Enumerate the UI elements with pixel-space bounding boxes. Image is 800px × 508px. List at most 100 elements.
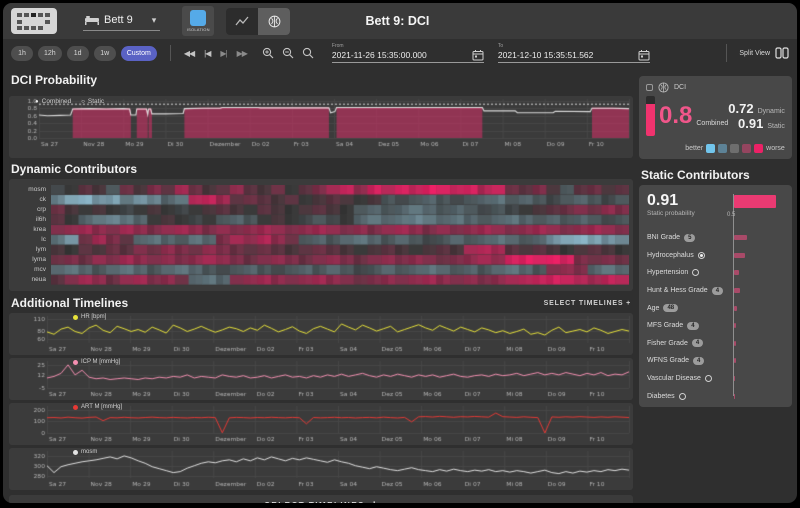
static-probability-block: 0.91 Static probability 0.5 xyxy=(647,193,784,229)
contribution-bar xyxy=(734,394,735,399)
dynamic-value: 0.72 xyxy=(728,101,753,116)
additional-timelines-title: Additional Timelines xyxy=(11,296,128,310)
fast-rewind-icon[interactable]: ◀◀ xyxy=(184,49,194,58)
legend-static[interactable]: ○ Static xyxy=(81,98,104,105)
to-date-input[interactable] xyxy=(498,50,618,60)
static-probability-bar xyxy=(734,195,776,208)
radio-icon[interactable] xyxy=(698,252,705,259)
static-contributor-label: Hydrocephalus xyxy=(647,252,694,259)
contribution-bar xyxy=(734,235,747,240)
zoom-out-button[interactable] xyxy=(282,47,294,59)
heatmap-row-label: il6h xyxy=(9,215,51,225)
dci-probability-chart[interactable] xyxy=(13,96,633,148)
series-dot-icon xyxy=(73,360,78,365)
heatmap-row-label: lc xyxy=(9,235,51,245)
severity-square[interactable] xyxy=(718,144,727,153)
calendar-icon[interactable] xyxy=(472,49,484,61)
static-probability-label: Static probability xyxy=(647,210,784,217)
legend-combined[interactable]: ● Combined xyxy=(35,98,71,105)
dynamic-contributors-heatmap[interactable] xyxy=(51,185,629,285)
timeline-legend: ART M [mmHg] xyxy=(73,404,122,410)
value-badge: 4 xyxy=(693,357,704,365)
static-contributor-label: Vascular Disease xyxy=(647,375,701,382)
toolbar-divider xyxy=(170,45,171,61)
range-button-custom[interactable]: Custom xyxy=(121,46,157,61)
brain-view-button[interactable] xyxy=(258,8,290,35)
timeline-panel-1: ICP M [mmHg] xyxy=(9,358,633,400)
range-button-12h[interactable]: 12h xyxy=(38,46,62,61)
range-button-1d[interactable]: 1d xyxy=(67,46,89,61)
severity-square[interactable] xyxy=(730,144,739,153)
zoom-in-button[interactable] xyxy=(262,47,274,59)
static-label: Static xyxy=(767,123,785,130)
worse-label: worse xyxy=(766,145,785,152)
static-contributor-row[interactable]: MFS Grade4 xyxy=(647,317,784,335)
ward-overview-button[interactable] xyxy=(11,8,57,34)
severity-scale: better worse xyxy=(646,144,785,153)
static-contributors-card: 0.91 Static probability 0.5 BNI Grade5 Hy… xyxy=(639,185,792,407)
isolation-button[interactable]: ISOLATION xyxy=(182,6,214,36)
static-contributor-row[interactable]: BNI Grade5 xyxy=(647,229,784,247)
collapse-icon[interactable] xyxy=(646,84,653,91)
skip-previous-icon[interactable]: |◀ xyxy=(204,49,210,58)
timeline-legend: HR [bpm] xyxy=(73,314,106,320)
select-timelines-bar-label: SELECT TIMELINES xyxy=(265,501,365,504)
select-timelines-bar[interactable]: SELECT TIMELINES + xyxy=(9,495,633,503)
static-contributor-row[interactable]: Diabetes xyxy=(647,387,784,405)
static-contributor-label: Hypertension xyxy=(647,269,688,276)
value-badge: 4 xyxy=(687,322,698,330)
dci-gauge-card: DCI 0.8 Combined 0.72Dynamic 0.91Static … xyxy=(639,76,792,159)
static-value: 0.91 xyxy=(738,116,763,131)
timeline-panel-3: mosm xyxy=(9,448,633,490)
radio-icon[interactable] xyxy=(705,375,712,382)
range-button-1w[interactable]: 1w xyxy=(94,46,116,61)
zoom-in-icon xyxy=(262,47,274,59)
static-contributor-row[interactable]: Age 48 xyxy=(647,299,784,317)
severity-square[interactable] xyxy=(754,144,763,153)
static-contributor-row[interactable]: Hunt & Hess Grade4 xyxy=(647,282,784,300)
radio-icon[interactable] xyxy=(679,393,686,400)
dynamic-contributors-title: Dynamic Contributors xyxy=(11,162,633,176)
timeline-chart[interactable] xyxy=(13,448,633,488)
static-contributor-row[interactable]: WFNS Grade4 xyxy=(647,352,784,370)
line-chart-icon xyxy=(235,15,249,27)
severity-square[interactable] xyxy=(706,144,715,153)
open-dot-icon: ○ xyxy=(81,99,85,105)
select-timelines-link[interactable]: SELECT TIMELINES + xyxy=(544,300,631,307)
static-contributor-row[interactable]: Hydrocephalus xyxy=(647,247,784,265)
static-contributor-row[interactable]: Fisher Grade4 xyxy=(647,335,784,353)
toolbar: 1h 12h 1d 1w Custom ◀◀ |◀ ▶| ▶▶ From To xyxy=(3,39,797,67)
bed-selector[interactable]: Bett 9 ▾ xyxy=(83,11,160,31)
from-date-input[interactable] xyxy=(332,50,452,60)
ward-map-icon xyxy=(15,11,53,31)
contribution-bar xyxy=(734,270,739,275)
timeline-panel-2: ART M [mmHg] xyxy=(9,403,633,445)
static-contributor-label: Age xyxy=(647,305,659,312)
severity-square[interactable] xyxy=(742,144,751,153)
right-column: DCI 0.8 Combined 0.72Dynamic 0.91Static … xyxy=(639,69,792,503)
value-badge: 48 xyxy=(663,304,678,312)
static-contributor-label: Fisher Grade xyxy=(647,340,688,347)
skip-next-icon[interactable]: ▶| xyxy=(220,49,226,58)
contribution-bar xyxy=(734,323,736,328)
heatmap-row-label: ck xyxy=(9,195,51,205)
static-contributor-row[interactable]: Hypertension xyxy=(647,264,784,282)
split-view-button[interactable]: Split View xyxy=(726,44,789,62)
isolation-icon xyxy=(190,10,206,26)
calendar-icon[interactable] xyxy=(638,49,650,61)
contribution-bar xyxy=(734,306,737,311)
radio-icon[interactable] xyxy=(692,269,699,276)
timeline-legend: ICP M [mmHg] xyxy=(73,359,120,365)
series-name: HR [bpm] xyxy=(81,314,106,320)
range-button-1h[interactable]: 1h xyxy=(11,46,33,61)
chevron-down-icon: ▾ xyxy=(152,15,157,26)
static-contributor-row[interactable]: Vascular Disease xyxy=(647,370,784,388)
top-bar: Bett 9 ▾ ISOLATION Bett 9: DCI xyxy=(3,3,797,39)
heatmap-row-label: krea xyxy=(9,225,51,235)
heatmap-row-label: lym xyxy=(9,245,51,255)
contribution-bar xyxy=(734,341,736,346)
fast-forward-icon[interactable]: ▶▶ xyxy=(237,49,247,58)
main-content: DCI Probability ● Combined ○ Static Dyna… xyxy=(3,67,797,503)
timeline-view-button[interactable] xyxy=(226,8,258,35)
zoom-reset-button[interactable] xyxy=(302,47,314,59)
